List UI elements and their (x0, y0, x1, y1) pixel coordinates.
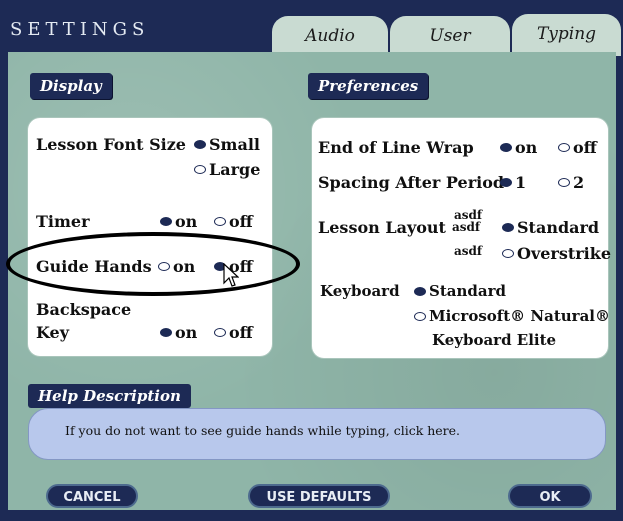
timer-label: Timer (36, 212, 90, 231)
keyboard-natural-radio[interactable]: Microsoft® Natural® (414, 307, 610, 325)
timer-off-label: off (229, 212, 253, 231)
spacing-1-label: 1 (515, 173, 527, 192)
keyboard-standard-radio[interactable]: Standard (414, 282, 506, 300)
help-description-text: If you do not want to see guide hands wh… (65, 423, 461, 438)
radio-unselected-icon (502, 249, 514, 258)
lesson-layout-label: Lesson Layout (318, 218, 446, 237)
radio-unselected-icon (414, 311, 426, 321)
radio-selected-icon (194, 140, 206, 149)
end-of-line-wrap-label: End of Line Wrap (318, 138, 474, 157)
tab-typing[interactable]: Typing (510, 12, 623, 56)
lesson-font-size-label: Lesson Font Size (36, 135, 186, 154)
backspace-off-label: off (229, 323, 253, 342)
radio-selected-icon (500, 178, 512, 187)
font-size-large-radio[interactable]: Large (194, 160, 260, 179)
guide-hands-on-label: on (173, 257, 196, 276)
layout-standard-label: Standard (517, 218, 600, 237)
arrow-cursor-icon (223, 263, 239, 287)
layout-overstrike-label: Overstrike (517, 244, 612, 263)
radio-selected-icon (160, 217, 172, 226)
backspace-label: Backspace (36, 300, 132, 319)
guide-hands-on-radio[interactable]: on (158, 257, 195, 276)
ok-button[interactable]: OK (508, 484, 592, 508)
guide-hands-label: Guide Hands (36, 257, 152, 276)
keyboard-standard-label: Standard (429, 282, 506, 300)
timer-off-radio[interactable]: off (214, 212, 253, 231)
radio-unselected-icon (194, 165, 206, 174)
backspace-on-radio[interactable]: on (160, 323, 197, 342)
spacing-after-period-label: Spacing After Period (318, 173, 505, 192)
tab-audio[interactable]: Audio (270, 14, 390, 54)
backspace-off-radio[interactable]: off (214, 323, 253, 342)
font-size-small-radio[interactable]: Small (194, 135, 260, 154)
window-title: SETTINGS (10, 19, 150, 40)
font-size-large-label: Large (209, 160, 261, 179)
wrap-on-radio[interactable]: on (500, 138, 537, 157)
layout-standard-sample-line2: asdf (452, 220, 481, 234)
timer-on-radio[interactable]: on (160, 212, 197, 231)
keyboard-label: Keyboard (320, 282, 400, 300)
wrap-on-label: on (515, 138, 538, 157)
layout-standard-radio[interactable]: Standard (502, 218, 599, 237)
radio-unselected-icon (558, 143, 570, 152)
spacing-2-radio[interactable]: 2 (558, 173, 584, 192)
keyboard-natural-label: Microsoft® Natural® (429, 307, 610, 325)
display-heading: Display (30, 73, 112, 99)
radio-unselected-icon (558, 178, 570, 187)
spacing-1-radio[interactable]: 1 (500, 173, 526, 192)
radio-selected-icon (414, 286, 426, 296)
help-description-heading: Help Description (28, 384, 191, 408)
layout-overstrike-sample: asdf (454, 244, 483, 258)
settings-window: SETTINGS Audio User Typing Display Lesso… (0, 0, 623, 521)
use-defaults-button[interactable]: USE DEFAULTS (248, 484, 390, 508)
layout-overstrike-radio[interactable]: Overstrike (502, 244, 611, 263)
radio-unselected-icon (158, 262, 170, 271)
spacing-2-label: 2 (573, 173, 585, 192)
radio-selected-icon (500, 143, 512, 152)
keyboard-natural-label-line2: Keyboard Elite (432, 331, 557, 349)
help-description-box: If you do not want to see guide hands wh… (28, 408, 606, 460)
backspace-on-label: on (175, 323, 198, 342)
cancel-button[interactable]: CANCEL (46, 484, 138, 508)
tab-user[interactable]: User (388, 14, 512, 54)
radio-selected-icon (160, 328, 172, 337)
wrap-off-label: off (573, 138, 597, 157)
wrap-off-radio[interactable]: off (558, 138, 597, 157)
backspace-key-label: Key (36, 323, 70, 342)
font-size-small-label: Small (209, 135, 261, 154)
radio-selected-icon (502, 223, 514, 232)
radio-unselected-icon (214, 217, 226, 226)
preferences-heading: Preferences (308, 73, 429, 99)
radio-unselected-icon (214, 328, 226, 337)
timer-on-label: on (175, 212, 198, 231)
